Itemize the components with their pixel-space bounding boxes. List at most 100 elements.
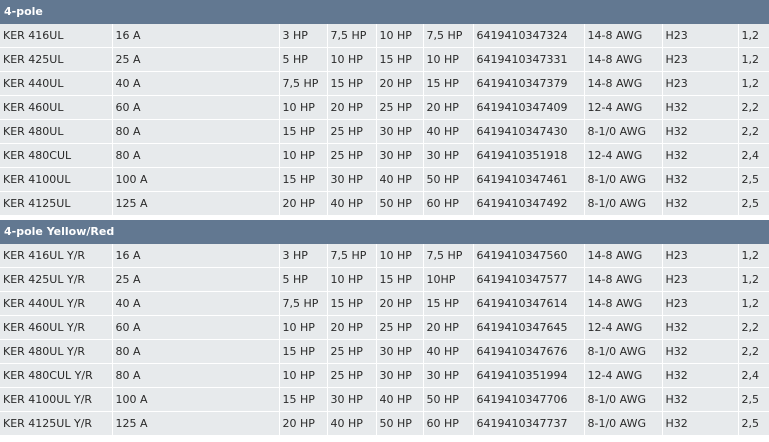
table-cell: KER 460UL [0, 95, 113, 120]
table-row: KER 4125UL 125 A 20 HP 40 HP 50 HP 60 HP 64194… [0, 191, 769, 216]
table-cell: 3 HP [279, 244, 328, 268]
table-cell: 2,2 [738, 315, 769, 340]
table-cell: 14-8 AWG [584, 24, 663, 48]
table-cell: 6419410347331 [473, 47, 585, 72]
table-row: KER 425UL Y/R 25 A5 HP 10 HP 15 HP 10HP 64194… [0, 267, 769, 292]
table-cell: 10 HP [327, 47, 377, 72]
table-cell: 2,4 [738, 143, 769, 168]
table-cell: H23 [662, 71, 739, 96]
table-cell: 12-4 AWG [584, 315, 663, 340]
table-cell: 20 HP [376, 71, 424, 96]
table-cell: 20 HP [423, 95, 474, 120]
section-header: 4-pole [0, 0, 769, 24]
table-cell: 50 HP [423, 387, 474, 412]
table-cell: 10 HP [279, 363, 328, 388]
table-cell: 2,5 [738, 387, 769, 412]
table-cell: 25 HP [327, 339, 377, 364]
table-cell: H32 [662, 191, 739, 216]
table-cell: H32 [662, 315, 739, 340]
table-cell: 8-1/0 AWG [584, 411, 663, 436]
table-cell: 40 A [112, 71, 280, 96]
table-cell: 30 HP [376, 339, 424, 364]
table-cell: 20 HP [327, 315, 377, 340]
table-cell: 6419410347324 [473, 24, 585, 48]
table-cell: KER 480CUL Y/R [0, 363, 113, 388]
table-cell: 1,2 [738, 244, 769, 268]
table-cell: H23 [662, 291, 739, 316]
table-cell: 80 A [112, 363, 280, 388]
table-cell: 7,5 HP [279, 291, 328, 316]
table-cell: 2,2 [738, 339, 769, 364]
table-cell: 10 HP [279, 95, 328, 120]
table-cell: 40 HP [423, 339, 474, 364]
table-cell: KER 4100UL [0, 167, 113, 192]
table-cell: H32 [662, 119, 739, 144]
table-cell: KER 425UL [0, 47, 113, 72]
table-cell: H23 [662, 47, 739, 72]
table-row: KER 460UL 60 A 10 HP 20 HP 25 HP 20 HP 6419410… [0, 95, 769, 120]
table-cell: 60 A [112, 315, 280, 340]
table-cell: H32 [662, 411, 739, 436]
table-cell: 60 HP [423, 411, 474, 436]
table-cell: 15 HP [279, 167, 328, 192]
table-row: KER 416UL Y/R 16 A3 HP 7,5 HP 10 HP 7,5 HP 64… [0, 244, 769, 268]
table-cell: 20 HP [279, 411, 328, 436]
table-cell: 60 HP [423, 191, 474, 216]
table-cell: 14-8 AWG [584, 71, 663, 96]
table-cell: 40 A [112, 291, 280, 316]
table-cell: KER 416UL [0, 24, 113, 48]
table-row: KER 460UL Y/R 60 A 10 HP 20 HP 25 HP 20 HP 641… [0, 315, 769, 340]
table-cell: 25 A [112, 267, 280, 292]
table-cell: H32 [662, 143, 739, 168]
table-cell: KER 4125UL [0, 191, 113, 216]
table-cell: 30 HP [327, 167, 377, 192]
table-cell: H32 [662, 95, 739, 120]
table-cell: 6419410347577 [473, 267, 585, 292]
table-cell: H32 [662, 387, 739, 412]
table-cell: 25 A [112, 47, 280, 72]
table-cell: 10 HP [376, 24, 424, 48]
table-cell: 40 HP [423, 119, 474, 144]
product-tables: 4-pole KER 416UL 16 A3 HP 7,5 HP 10 HP 7,5 HP… [0, 0, 769, 436]
table-cell: 15 HP [376, 267, 424, 292]
table-cell: 125 A [112, 411, 280, 436]
table-cell: 30 HP [376, 143, 424, 168]
table-cell: 8-1/0 AWG [584, 167, 663, 192]
table-cell: 8-1/0 AWG [584, 339, 663, 364]
table-cell: 15 HP [376, 47, 424, 72]
table-cell: 40 HP [327, 191, 377, 216]
table-cell: 1,2 [738, 71, 769, 96]
table-cell: 1,2 [738, 267, 769, 292]
table-cell: 1,2 [738, 24, 769, 48]
table-cell: 50 HP [376, 411, 424, 436]
table-cell: 6419410347379 [473, 71, 585, 96]
table-cell: 5 HP [279, 47, 328, 72]
table-cell: 5 HP [279, 267, 328, 292]
table-cell: 12-4 AWG [584, 363, 663, 388]
table-cell: 50 HP [376, 191, 424, 216]
table-cell: 16 A [112, 24, 280, 48]
table-cell: H23 [662, 24, 739, 48]
table-cell: 50 HP [423, 167, 474, 192]
table-cell: 16 A [112, 244, 280, 268]
table-cell: 2,2 [738, 119, 769, 144]
table-row: KER 4125UL Y/R 125 A 20 HP 40 HP 50 HP 60 HP 6… [0, 411, 769, 436]
table-cell: KER 460UL Y/R [0, 315, 113, 340]
table-row: KER 480UL Y/R 80 A 15 HP 25 HP 30 HP 40 HP 641… [0, 339, 769, 364]
table-cell: 40 HP [327, 411, 377, 436]
table-cell: 25 HP [327, 143, 377, 168]
table-cell: 10 HP [279, 143, 328, 168]
table-row: KER 425UL 25 A5 HP 10 HP 15 HP 10 HP 64194103… [0, 47, 769, 72]
table-cell: KER 4100UL Y/R [0, 387, 113, 412]
table-cell: 25 HP [327, 363, 377, 388]
table-cell: 15 HP [279, 387, 328, 412]
table-cell: 7,5 HP [423, 24, 474, 48]
product-table: KER 416UL 16 A3 HP 7,5 HP 10 HP 7,5 HP 641941… [0, 24, 769, 216]
table-cell: 8-1/0 AWG [584, 119, 663, 144]
table-cell: 6419410347737 [473, 411, 585, 436]
table-cell: 6419410347430 [473, 119, 585, 144]
section-header: 4-pole Yellow/Red [0, 220, 769, 244]
table-cell: 12-4 AWG [584, 95, 663, 120]
table-cell: KER 480CUL [0, 143, 113, 168]
table-cell: H32 [662, 363, 739, 388]
